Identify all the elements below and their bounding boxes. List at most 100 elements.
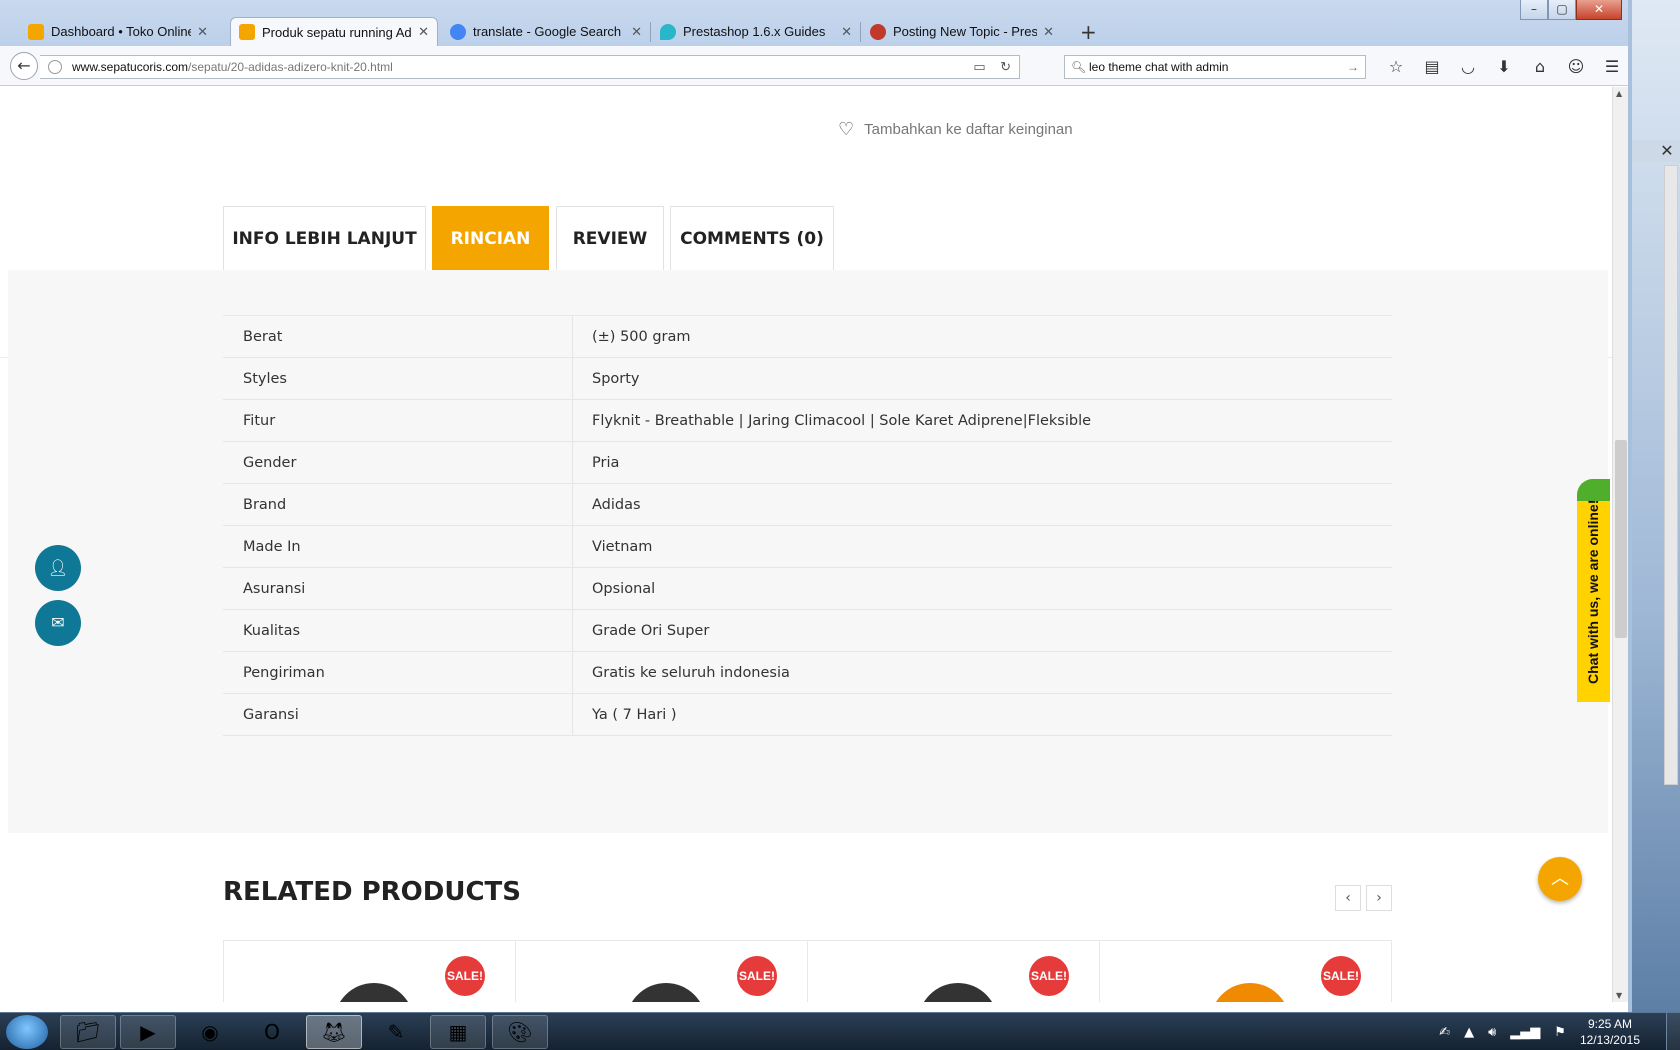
clock[interactable]: 9:25 AM 12/13/2015 [1580, 1016, 1640, 1048]
product-card[interactable]: SALE! [808, 941, 1100, 1002]
spec-key: Asuransi [223, 568, 573, 609]
sale-badge: SALE! [737, 956, 777, 996]
close-tab-icon[interactable]: ✕ [418, 24, 429, 40]
spec-key: Berat [223, 316, 573, 357]
bookmark-star-icon[interactable]: ☆ [1378, 56, 1414, 78]
tab-rincian[interactable]: RINCIAN [432, 206, 549, 270]
mail-icon: ✉ [51, 613, 65, 632]
close-tab-icon[interactable]: ✕ [841, 24, 852, 40]
spec-value: Pria [592, 455, 620, 471]
explorer-icon[interactable]: 📁︎ [60, 1015, 116, 1049]
paint-icon[interactable]: 🎨︎ [492, 1015, 548, 1049]
background-scrollbar [1664, 165, 1678, 785]
tab-label: Dashboard • Toko Online S... [51, 24, 192, 39]
product-image[interactable] [626, 983, 706, 1002]
minimize-icon[interactable]: – [1520, 0, 1548, 20]
user-account-button[interactable]: 👤︎ [35, 545, 81, 591]
table-row: Berat (±) 500 gram [223, 316, 1392, 358]
carousel-prev-button[interactable]: ‹ [1335, 885, 1361, 911]
firefox-icon[interactable]: 🦊︎ [306, 1015, 362, 1049]
menu-icon[interactable]: ☰ [1594, 56, 1628, 78]
tray-expand-icon[interactable]: ▲ [1464, 1025, 1474, 1040]
scroll-up-arrow-icon[interactable]: ▲ [1616, 89, 1622, 98]
tab-separator [650, 22, 651, 42]
back-arrow-icon[interactable]: ← [10, 52, 38, 80]
search-icon: 🔍︎ [1071, 60, 1087, 74]
table-row: Made In Vietnam [223, 526, 1392, 568]
windows-taskbar: 📁︎ ▶ ◉ O 🦊︎ ✎ ▦ 🎨︎ ✍ ▲ 🔊︎ ▂▄▆ ⚑ 9:25 AM … [0, 1012, 1680, 1050]
browser-tab-prestashop-guides[interactable]: Prestashop 1.6.x Guides ✕ [652, 17, 860, 46]
tab-separator [860, 22, 861, 42]
url-host: www.sepatucoris.com [72, 60, 189, 74]
tab-label: Produk sepatu running Adi... [262, 24, 413, 40]
scroll-to-top-button[interactable]: ︿ [1538, 857, 1582, 901]
product-image[interactable] [918, 983, 998, 1002]
tab-label: Prestashop 1.6.x Guides [683, 24, 826, 39]
browser-tab-produk[interactable]: Produk sepatu running Adi... ✕ [230, 17, 438, 46]
search-go-icon[interactable]: → [1347, 56, 1359, 78]
search-input[interactable]: 🔍︎ leo theme chat with admin → [1064, 55, 1366, 79]
pen-input-icon[interactable]: ✍ [1439, 1025, 1450, 1040]
bookmarks-list-icon[interactable]: ▤ [1414, 56, 1450, 78]
sale-badge: SALE! [1029, 956, 1069, 996]
globe-icon [48, 60, 62, 74]
contact-mail-button[interactable]: ✉ [35, 600, 81, 646]
carousel-next-button[interactable]: › [1366, 885, 1392, 911]
spec-value: Opsional [592, 581, 656, 597]
new-tab-icon[interactable]: + [1080, 20, 1097, 44]
maximize-icon[interactable]: ▢ [1548, 0, 1576, 20]
start-button[interactable] [6, 1015, 48, 1049]
close-tab-icon[interactable]: ✕ [197, 24, 208, 40]
close-tab-icon[interactable]: ✕ [631, 24, 642, 40]
browser-tab-dashboard[interactable]: Dashboard • Toko Online S... ✕ [20, 17, 216, 46]
show-desktop-button[interactable] [1666, 1013, 1680, 1050]
url-bar[interactable]: www.sepatucoris.com/sepatu/20-adidas-adi… [40, 55, 1020, 79]
close-window-icon[interactable]: ✕ [1576, 0, 1622, 20]
page-scrollbar[interactable]: ▲ ▼ [1612, 87, 1628, 1002]
pocket-icon[interactable]: ◡ [1450, 56, 1486, 78]
heart-icon: ♡ [838, 119, 855, 139]
download-icon[interactable]: ⬇ [1486, 56, 1522, 78]
tab-info-lebih-lanjut[interactable]: INFO LEBIH LANJUT [223, 206, 426, 270]
product-details-panel: Berat (±) 500 gram Styles Sporty Fitur Flyk… [8, 270, 1608, 833]
product-card[interactable]: SALE! [1100, 941, 1391, 1002]
window-app-icon[interactable]: ▦ [430, 1015, 486, 1049]
opera-icon[interactable]: O [244, 1015, 300, 1049]
chat-bubble-icon[interactable]: ☺ [1558, 56, 1594, 78]
chevron-up-icon: ︿ [1551, 868, 1569, 889]
home-icon[interactable]: ⌂ [1522, 56, 1558, 78]
browser-tab-translate[interactable]: translate - Google Search ✕ [442, 17, 650, 46]
spec-value: Flyknit - Breathable | Jaring Climacool … [592, 413, 1092, 429]
product-card[interactable]: SALE! [224, 941, 516, 1002]
product-card[interactable]: SALE! [516, 941, 808, 1002]
flag-icon[interactable]: ⚑ [1554, 1025, 1566, 1040]
volume-icon[interactable]: 🔊︎ [1488, 1025, 1496, 1040]
spec-key: Brand [223, 484, 573, 525]
tab-review[interactable]: REVIEW [556, 206, 664, 270]
scrollbar-thumb[interactable] [1615, 440, 1627, 638]
favicon-icon [239, 24, 255, 40]
clock-date: 12/13/2015 [1579, 1033, 1640, 1047]
notepad-icon[interactable]: ✎ [368, 1015, 424, 1049]
tab-comments[interactable]: COMMENTS (0) [670, 206, 834, 270]
product-image[interactable] [334, 983, 414, 1002]
table-row: Gender Pria [223, 442, 1392, 484]
product-image[interactable] [1210, 983, 1290, 1002]
chat-widget-tab[interactable]: Chat with us, we are online! [1577, 479, 1610, 702]
wishlist-link[interactable]: ♡ Tambahkan ke daftar keinginan [838, 119, 1073, 140]
spec-key: Kualitas [223, 610, 573, 651]
spec-key: Gender [223, 442, 573, 483]
network-icon[interactable]: ▂▄▆ [1510, 1025, 1540, 1040]
table-row: Styles Sporty [223, 358, 1392, 400]
close-icon[interactable]: ✕ [1654, 140, 1680, 162]
reader-and-reload-icons[interactable]: ▭ ↻ [973, 56, 1011, 78]
chrome-icon[interactable]: ◉ [182, 1015, 238, 1049]
media-player-icon[interactable]: ▶ [120, 1015, 176, 1049]
browser-tab-posting[interactable]: Posting New Topic - Presta... ✕ [862, 17, 1062, 46]
table-row: Kualitas Grade Ori Super [223, 610, 1392, 652]
spec-key: Garansi [223, 694, 573, 735]
table-row: Fitur Flyknit - Breathable | Jaring Clima… [223, 400, 1392, 442]
close-tab-icon[interactable]: ✕ [1043, 24, 1054, 40]
scroll-down-arrow-icon[interactable]: ▼ [1616, 991, 1622, 1000]
spec-value: Gratis ke seluruh indonesia [592, 665, 790, 681]
